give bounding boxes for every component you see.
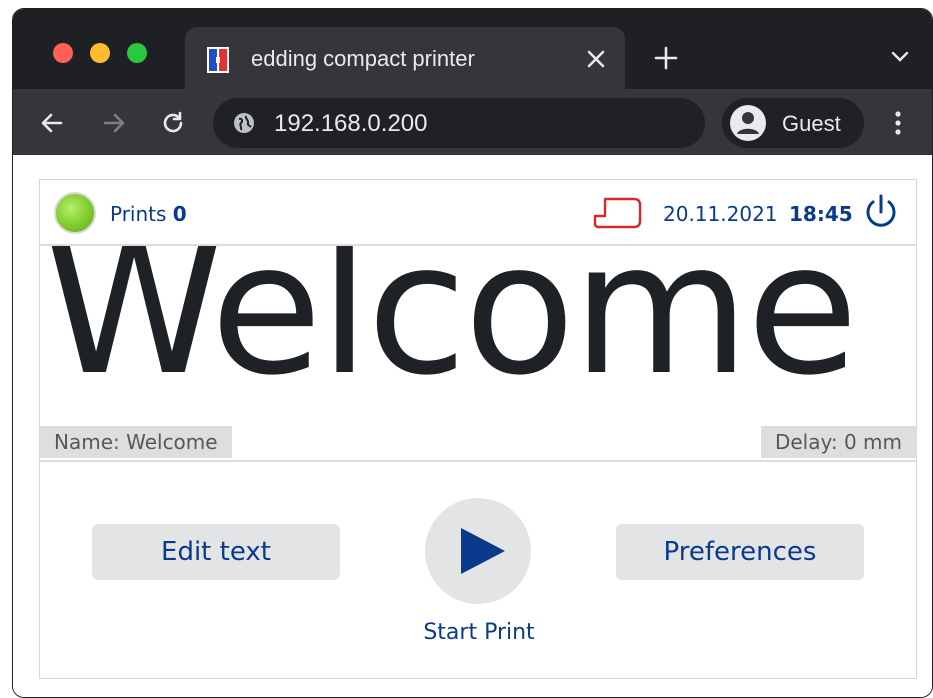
label-preview: Welcome Name: Welcome Delay: 0 mm bbox=[40, 246, 916, 462]
tab-strip: edding compact printer bbox=[13, 9, 932, 89]
forward-arrow-icon[interactable] bbox=[101, 110, 127, 136]
avatar-icon bbox=[730, 105, 766, 141]
new-tab-icon[interactable] bbox=[653, 45, 679, 71]
minimize-window-button[interactable] bbox=[90, 43, 110, 63]
time-display: 18:45 bbox=[789, 202, 853, 226]
browser-window: edding compact printer 192.168.0.200 Gue… bbox=[12, 8, 933, 698]
back-arrow-icon[interactable] bbox=[39, 110, 65, 136]
zoom-window-button[interactable] bbox=[127, 43, 147, 63]
url-text: 192.168.0.200 bbox=[274, 110, 428, 137]
chevron-down-icon[interactable] bbox=[889, 49, 911, 65]
label-media-icon bbox=[593, 197, 642, 229]
status-led bbox=[54, 192, 96, 234]
prints-count: 0 bbox=[172, 202, 187, 226]
close-tab-icon[interactable] bbox=[583, 46, 609, 72]
play-icon bbox=[461, 528, 505, 574]
status-bar: Prints 0 20.11.2021 18:45 bbox=[40, 180, 916, 246]
start-print-label: Start Print bbox=[423, 620, 535, 645]
preview-text: Welcome bbox=[44, 246, 859, 415]
start-print-button[interactable] bbox=[425, 498, 531, 604]
power-icon[interactable] bbox=[860, 192, 902, 234]
date-display: 20.11.2021 bbox=[663, 202, 778, 226]
browser-tab[interactable]: edding compact printer bbox=[185, 27, 625, 89]
edit-text-button[interactable]: Edit text bbox=[92, 524, 340, 580]
printer-app: Prints 0 20.11.2021 18:45 Welcome Name: … bbox=[39, 179, 917, 679]
globe-icon[interactable] bbox=[233, 112, 255, 134]
prints-label: Prints bbox=[110, 202, 167, 226]
kebab-menu-icon[interactable] bbox=[893, 108, 903, 138]
delay-tag: Delay: 0 mm bbox=[760, 426, 916, 458]
favicon-icon bbox=[207, 47, 229, 73]
close-window-button[interactable] bbox=[53, 43, 73, 63]
address-bar[interactable]: 192.168.0.200 bbox=[213, 98, 705, 148]
profile-label: Guest bbox=[782, 111, 841, 136]
tab-title: edding compact printer bbox=[251, 46, 475, 71]
preferences-button[interactable]: Preferences bbox=[616, 524, 864, 580]
reload-icon[interactable] bbox=[160, 110, 186, 136]
prints-counter: Prints 0 bbox=[110, 202, 187, 226]
profile-button[interactable]: Guest bbox=[722, 98, 864, 148]
browser-toolbar: 192.168.0.200 Guest bbox=[13, 89, 932, 155]
page-content: Prints 0 20.11.2021 18:45 Welcome Name: … bbox=[13, 155, 932, 697]
name-tag: Name: Welcome bbox=[40, 426, 232, 458]
